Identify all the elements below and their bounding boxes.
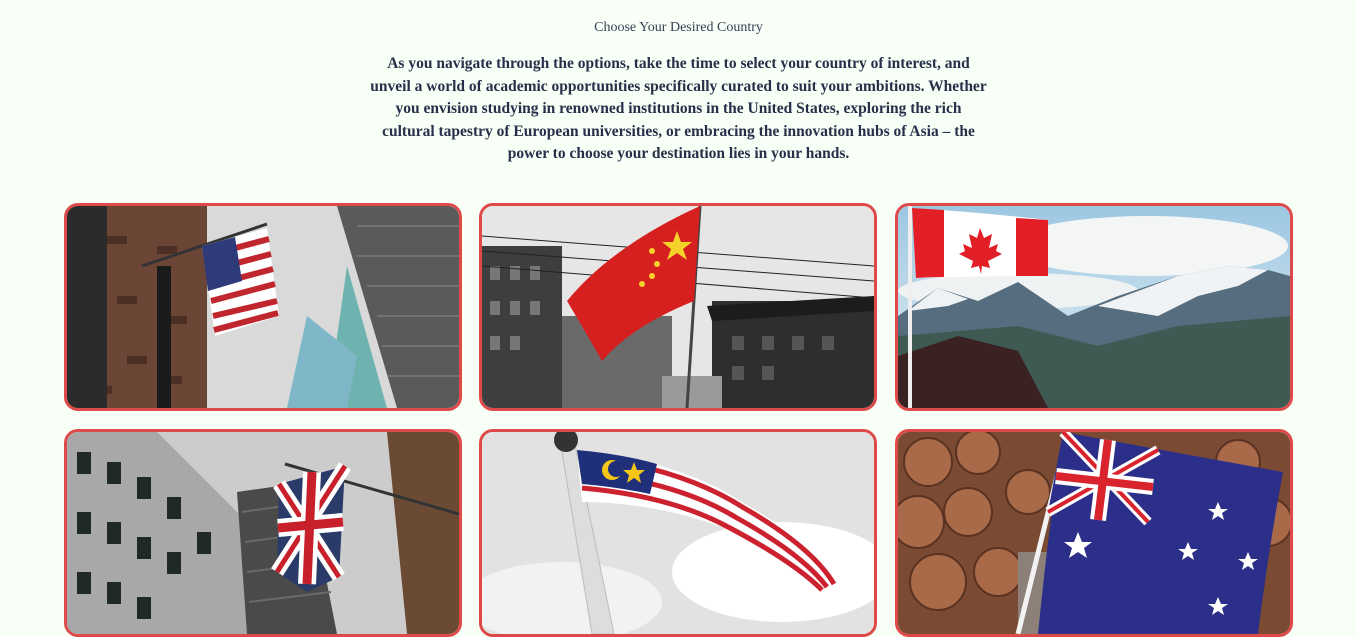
country-card-china[interactable] [479, 203, 877, 411]
country-card-malaysia[interactable] [479, 429, 877, 637]
section-eyebrow: Choose Your Desired Country [594, 20, 763, 35]
country-card-usa[interactable] [64, 203, 462, 411]
canada-flag-photo [898, 206, 1290, 408]
country-card-uk[interactable] [64, 429, 462, 637]
section-intro: As you navigate through the options, tak… [370, 55, 987, 162]
australia-flag-photo [898, 432, 1290, 634]
usa-flag-photo [67, 206, 459, 408]
country-card-canada[interactable] [895, 203, 1293, 411]
china-flag-photo [482, 206, 874, 408]
country-card-australia[interactable] [895, 429, 1293, 637]
malaysia-flag-photo [482, 432, 874, 634]
uk-flag-photo [67, 432, 459, 634]
